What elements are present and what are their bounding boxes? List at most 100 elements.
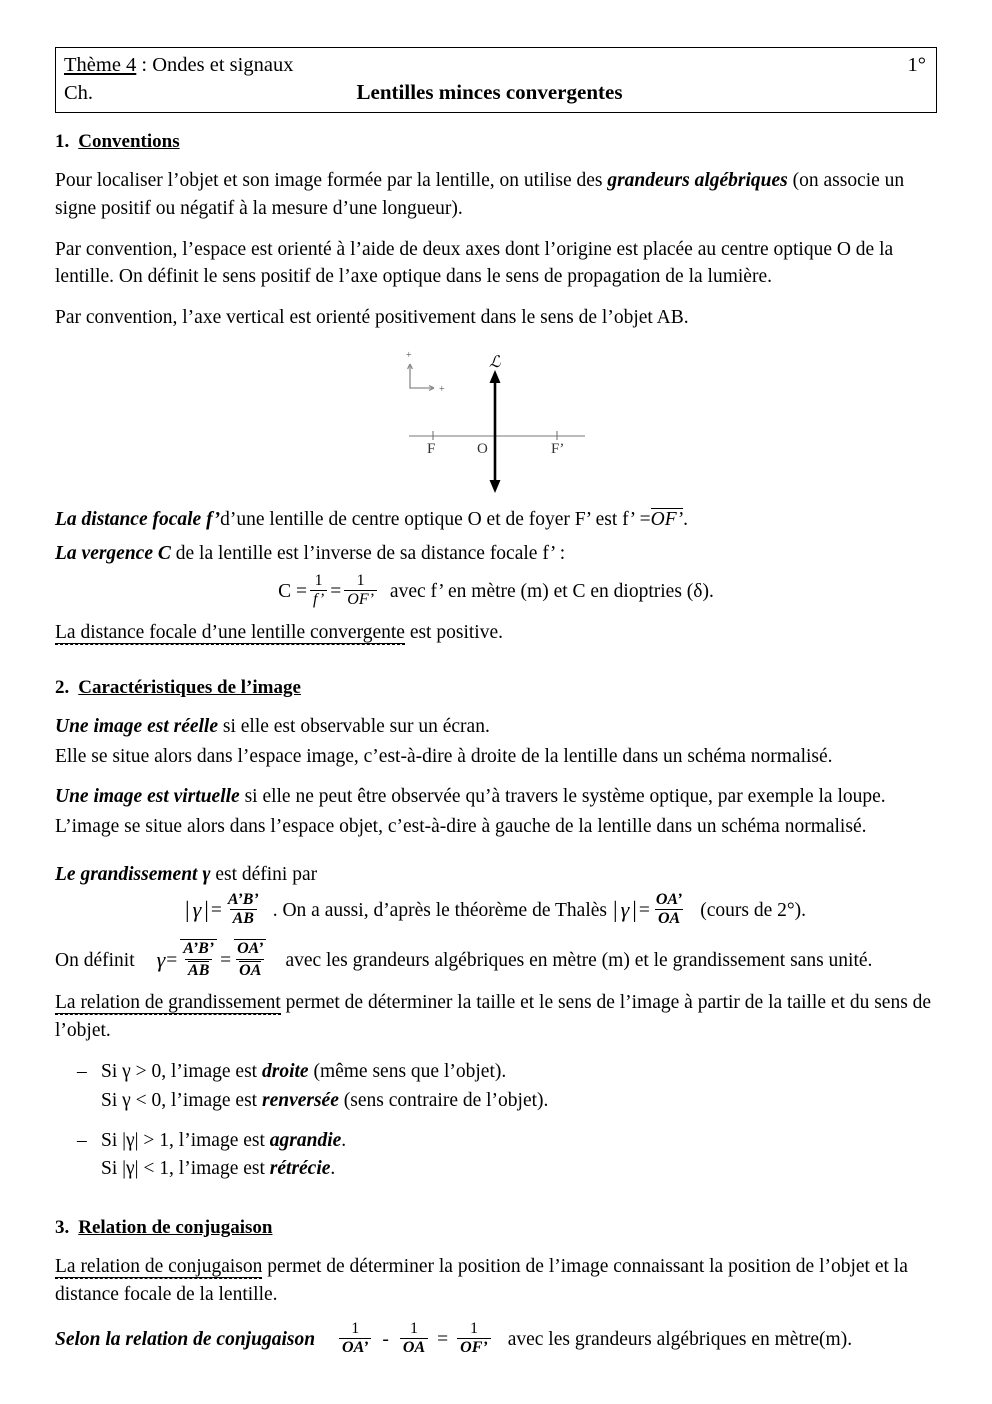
plus-sign-vertical: + [406,350,412,361]
definition-grandissement: Le grandissement γ est défini par [55,861,937,889]
header-theme: Thème 4 : Ondes et signaux [64,52,293,79]
label-focal-left: F [427,441,435,457]
conj-equals-sign: = [437,1328,449,1350]
bullet1-line2-c: (sens contraire de l’objet). [338,1089,549,1111]
focale-positive-rest: est positive. [404,622,503,644]
section-heading-conventions: 1. Conventions [55,131,937,153]
grandissement-bullet-list: – Si γ > 0, l’image est droite (même sen… [55,1058,937,1183]
para1-part-a: Pour localiser l’objet et son image form… [55,170,608,192]
section-title-2: Caractéristiques de l’image [78,677,301,699]
fraction-vector-ApBp-over-AB: A’B’ AB [180,939,218,980]
term-vergence: La vergence C [55,543,171,565]
statement-relation-grandissement: La relation de grandissement permet de d… [55,989,937,1044]
statement-relation-conjugaison: La relation de conjugaison permet de dét… [55,1253,937,1308]
grandissement-den-1: AB [229,908,257,927]
orientation-reference-icon [406,363,434,391]
bullet1-line1-a: Si γ > 0, l’image est [101,1061,262,1083]
conj-den-1: OA’ [339,1338,372,1356]
label-center-O: O [477,441,488,457]
gamma-symbol-3: γ [156,947,166,973]
bullet2-line1-a: Si |γ| > 1, l’image est [101,1129,270,1151]
bullet1-line1-c: (même sens que l’objet). [308,1061,507,1083]
definition-vergence: La vergence C de la lentille est l’inver… [55,540,937,568]
definition-distance-focale: La distance focale f’ d’une lentille de … [55,507,937,532]
formula-vergence: C = 1 f’ = 1 OF’ avec f’ en mètre (m) et… [55,571,937,610]
vector-OA: OA [239,961,262,980]
bullet1-line1: Si γ > 0, l’image est droite (même sens … [101,1058,937,1086]
list-item: – Si |γ| > 1, l’image est agrandie. Si |… [77,1127,937,1184]
header-chapter-label: Ch. [64,81,94,104]
conj-minus-sign: - [382,1328,389,1350]
fraction-one-over-OF: 1 OF’ [344,571,377,609]
vergence-den1: f’ [310,590,328,608]
vector-OF-prime: OF’ [650,507,684,530]
vergence-num2: 1 [356,571,365,589]
cours-de-2-note: (cours de 2°). [700,899,807,921]
term-distance-focale: La distance focale f’ [55,508,221,530]
theme-label: Thème 4 [64,54,137,76]
header-level: 1° [907,54,926,76]
header-row-title: Ch. Lentilles minces convergentes [64,79,926,107]
grandissement-den-3b-wrap: OA [236,959,265,980]
definition-image-reelle: Une image est réelle si elle est observa… [55,713,937,741]
section-heading-caracteristiques: 2. Caractéristiques de l’image [55,677,937,699]
thales-middle-text: . On a aussi, d’après le théorème de Tha… [272,899,607,921]
distance-focale-end: . [683,508,688,530]
abs-bar-open-2: | [612,897,618,923]
formula-relation-conjugaison: Selon la relation de conjugaison 1 OA’ -… [55,1319,937,1358]
fraction-OAp-over-OA: OA’ OA [653,890,685,928]
grandissement-num-2: OA’ [655,890,683,908]
optical-axis-diagram: + + ℒ F O F’ [55,348,937,493]
fraction-one-over-f: 1 f’ [310,571,328,609]
fraction-vector-OAp-over-OA: OA’ OA [234,939,267,980]
paragraph-grandeurs-algebriques: Pour localiser l’objet et son image form… [55,167,937,222]
image-virtuelle-rest: si elle ne peut être observée qu’à trave… [239,786,886,808]
conj-num-1: 1 [351,1319,360,1337]
lens-arrow-top [489,369,500,383]
vergence-rest: de la lentille est l’inverse de sa dista… [170,543,566,565]
term-retrecie: rétrécie [269,1158,331,1180]
gamma-symbol-2: γ [620,897,630,923]
vergence-num1: 1 [314,571,323,589]
theme-rest: : Ondes et signaux [136,54,294,76]
vector-A-prime-B-prime: A’B’ [180,939,218,959]
fraction-one-over-OFp: 1 OF’ [457,1320,491,1357]
term-grandeurs-algebriques: grandeurs algébriques [607,170,788,192]
grandissement-den-2: OA [654,908,684,927]
list-item: – Si γ > 0, l’image est droite (même sen… [77,1058,937,1115]
document-title: Lentilles minces convergentes [356,79,623,104]
term-grandissement: Le grandissement γ [55,863,211,885]
vergence-den2: OF’ [344,590,377,608]
bullet2-line2-c: . [330,1158,336,1180]
grandissement-units-note: avec les grandeurs algébriques en mètre … [285,949,873,971]
conj-den-2: OA [399,1338,429,1356]
section-title-3: Relation de conjugaison [78,1217,273,1239]
distance-focale-rest: d’une lentille de centre optique O et de… [220,508,651,530]
explanation-image-reelle: Elle se situe alors dans l’espace image,… [55,745,833,767]
conj-num-2: 1 [410,1319,419,1337]
section-number-3: 3. [55,1217,70,1239]
term-image-reelle: Une image est réelle [55,716,218,738]
section-number-2: 2. [55,677,70,699]
vector-AB: AB [188,961,210,980]
underlined-relation-grandissement: La relation de grandissement [55,991,281,1015]
underlined-relation-conjugaison: La relation de conjugaison [55,1256,263,1280]
term-agrandie: agrandie [269,1129,342,1151]
grandissement-equals-1: = [210,899,222,921]
section-number-1: 1. [55,131,70,153]
vector-O-A-prime: OA’ [234,939,267,959]
section-heading-conjugaison: 3. Relation de conjugaison [55,1217,937,1239]
grandissement-equals-4: = [220,949,232,971]
bullet2-line1: Si |γ| > 1, l’image est agrandie. [101,1127,937,1155]
lens-label: ℒ [489,354,501,371]
paragraph-axe-vertical: Par convention, l’axe vertical est orien… [55,307,689,329]
vergence-equals: = [330,580,342,602]
section-title-1: Conventions [78,131,180,153]
bullet1-line2-a: Si γ < 0, l’image est [101,1089,262,1111]
term-selon-relation-conjugaison: Selon la relation de conjugaison [55,1328,316,1350]
conj-den-3: OF’ [457,1338,491,1356]
grandissement-num-1: A’B’ [227,890,259,908]
image-reelle-rest: si elle est observable sur un écran. [218,716,490,738]
page-content: Thème 4 : Ondes et signaux 1° Ch. Lentil… [55,47,937,1357]
lens-arrow-bottom [489,479,500,493]
